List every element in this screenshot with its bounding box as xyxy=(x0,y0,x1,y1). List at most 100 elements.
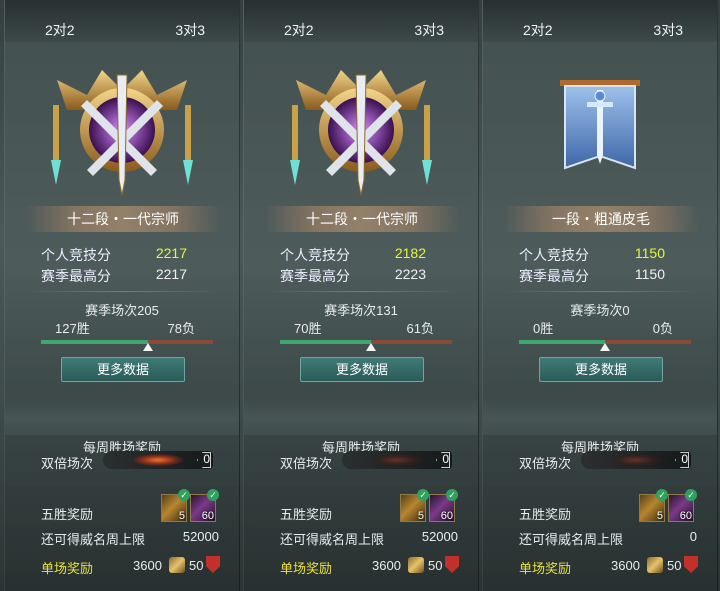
season-high-label: 赛季最高分 xyxy=(41,268,111,284)
losses-count: 78负 xyxy=(167,321,195,336)
season-matches: 赛季场次205 xyxy=(85,303,159,318)
more-data-button[interactable]: 更多数据 xyxy=(539,357,663,382)
arena-panel-3: 2对2 3对3 一段・粗通皮毛 个人竞技分 1150 赛季最高分 1150 赛季… xyxy=(482,0,718,591)
tab-3v3[interactable]: 3对3 xyxy=(175,20,205,40)
shield-icon xyxy=(445,556,459,573)
rank-title-bar: 十二段・一代宗师 xyxy=(264,206,460,232)
rank-title-bar: 十二段・一代宗师 xyxy=(25,206,221,232)
win-fill xyxy=(280,340,372,344)
win-ratio-marker xyxy=(142,343,153,351)
win-ratio-marker xyxy=(366,343,377,351)
item-count: 60 xyxy=(440,510,453,522)
mode-tabs: 2对2 3对3 xyxy=(483,0,717,42)
arena-panel-2: 2对2 3对3 十二段・一代宗师 个人竞技分 2182 赛季最高分 2223 赛… xyxy=(243,0,479,591)
double-matches-count: 0 xyxy=(681,452,688,466)
single-reward-label: 单场奖励 xyxy=(41,561,94,576)
wins-count: 0胜 xyxy=(533,321,554,336)
double-matches-label: 双倍场次 xyxy=(280,456,333,471)
wins-count: 70胜 xyxy=(294,321,322,336)
personal-score-label: 个人竞技分 xyxy=(519,247,589,263)
coin-icon xyxy=(647,557,663,573)
double-matches-count: 0 xyxy=(442,452,449,466)
shield-reward-value: 50 xyxy=(428,558,443,573)
purple-item-icon[interactable]: 60 ✓ xyxy=(429,489,458,522)
season-matches: 赛季场次131 xyxy=(324,303,398,318)
item-count: 60 xyxy=(679,510,692,522)
rank-title: 十二段・一代宗师 xyxy=(67,211,179,227)
double-matches-count: 0 xyxy=(203,452,210,466)
double-matches-bar: 0 xyxy=(103,451,213,469)
fame-limit-value: 0 xyxy=(689,529,697,544)
purple-item-icon[interactable]: 60 ✓ xyxy=(668,489,697,522)
double-matches-bar: 0 xyxy=(342,451,452,469)
shield-reward-value: 50 xyxy=(667,558,682,573)
check-icon: ✓ xyxy=(446,489,458,501)
coin-icon xyxy=(408,557,424,573)
season-matches: 赛季场次0 xyxy=(570,303,630,318)
fame-limit-label: 还可得威名周上限 xyxy=(41,532,146,547)
shield-icon xyxy=(206,556,220,573)
tab-2v2[interactable]: 2对2 xyxy=(45,20,75,40)
background-scenery xyxy=(244,395,478,435)
divider xyxy=(25,291,221,292)
season-high-value: 2223 xyxy=(394,266,426,282)
personal-score-label: 个人竞技分 xyxy=(41,247,111,263)
fame-limit-label: 还可得威名周上限 xyxy=(280,532,385,547)
win-fill xyxy=(519,340,605,344)
mode-tabs: 2对2 3对3 xyxy=(244,0,478,42)
rank-title: 十二段・一代宗师 xyxy=(306,211,418,227)
coin-icon xyxy=(169,557,185,573)
more-data-button[interactable]: 更多数据 xyxy=(61,357,185,382)
rank-title-bar: 一段・粗通皮毛 xyxy=(503,206,699,232)
check-icon: ✓ xyxy=(417,489,429,501)
item-count: 5 xyxy=(178,510,185,522)
season-high-label: 赛季最高分 xyxy=(280,268,350,284)
losses-count: 0负 xyxy=(652,321,673,336)
coin-reward-value: 3600 xyxy=(611,558,640,573)
tab-3v3[interactable]: 3对3 xyxy=(653,20,683,40)
personal-score-value: 2217 xyxy=(155,245,187,261)
five-win-reward-label: 五胜奖励 xyxy=(519,507,572,522)
gold-chest-item-icon[interactable]: 5 ✓ xyxy=(400,489,429,522)
season-high-value: 2217 xyxy=(155,266,187,282)
item-count: 5 xyxy=(656,510,663,522)
mode-tabs: 2对2 3对3 xyxy=(5,0,239,42)
flame-effect xyxy=(372,454,422,466)
banner-sword-icon xyxy=(560,80,640,170)
check-icon: ✓ xyxy=(685,489,697,501)
divider xyxy=(264,291,460,292)
double-matches-bar: 0 xyxy=(581,451,691,469)
tab-2v2[interactable]: 2对2 xyxy=(523,20,553,40)
double-matches-label: 双倍场次 xyxy=(519,456,572,471)
item-count: 5 xyxy=(417,510,424,522)
check-icon: ✓ xyxy=(656,489,668,501)
fame-limit-value: 52000 xyxy=(421,529,458,544)
grandmaster-crest-icon xyxy=(290,70,432,196)
more-data-button[interactable]: 更多数据 xyxy=(300,357,424,382)
item-count: 60 xyxy=(201,510,214,522)
double-matches-label: 双倍场次 xyxy=(41,456,94,471)
losses-count: 61负 xyxy=(406,321,434,336)
arena-panel-1: 2对2 3对3 十二段・一代宗师 个人竞技分 2217 赛季最高分 2217 赛… xyxy=(4,0,240,591)
single-reward-label: 单场奖励 xyxy=(280,561,333,576)
tab-2v2[interactable]: 2对2 xyxy=(284,20,314,40)
season-high-value: 1150 xyxy=(634,266,665,282)
grandmaster-crest-icon xyxy=(51,70,193,196)
fame-limit-value: 52000 xyxy=(182,529,219,544)
win-ratio-marker xyxy=(600,343,610,351)
background-scenery xyxy=(483,395,717,435)
personal-score-value: 2182 xyxy=(394,245,426,261)
five-win-reward-label: 五胜奖励 xyxy=(280,507,333,522)
flame-effect xyxy=(133,454,183,466)
check-icon: ✓ xyxy=(207,489,219,501)
coin-reward-value: 3600 xyxy=(372,558,401,573)
purple-item-icon[interactable]: 60 ✓ xyxy=(190,489,219,522)
personal-score-value: 1150 xyxy=(634,245,665,261)
single-reward-label: 单场奖励 xyxy=(519,561,572,576)
gold-chest-item-icon[interactable]: 5 ✓ xyxy=(639,489,668,522)
gold-chest-item-icon[interactable]: 5 ✓ xyxy=(161,489,190,522)
background-scenery xyxy=(5,395,239,435)
tab-3v3[interactable]: 3对3 xyxy=(414,20,444,40)
check-icon: ✓ xyxy=(178,489,190,501)
personal-score-label: 个人竞技分 xyxy=(280,247,350,263)
